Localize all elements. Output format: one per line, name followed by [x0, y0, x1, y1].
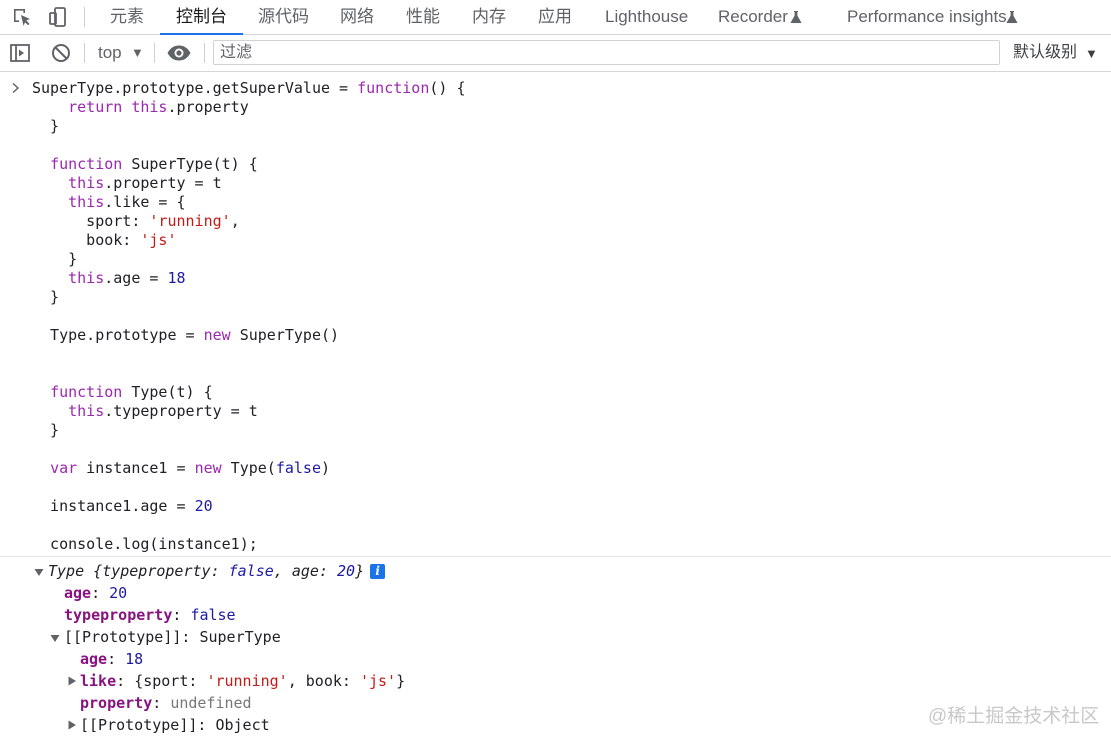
context-selector[interactable]: top [98, 35, 122, 71]
string-value: 'running' [206, 672, 288, 690]
property-row: property: undefined [80, 694, 252, 712]
message-divider [0, 556, 1111, 557]
object-summary[interactable]: Type {typeproperty: false, age: 20} i [48, 560, 386, 582]
brace: } [355, 562, 365, 580]
property-value: 18 [125, 650, 144, 668]
object-preview: {sport: [134, 672, 207, 690]
property-value: 20 [109, 584, 128, 602]
object-preview: , book: [287, 672, 360, 690]
live-expression-eye-icon[interactable] [166, 43, 192, 63]
tab-performance[interactable]: 性能 [406, 0, 440, 34]
object-preview: } [396, 672, 406, 690]
device-toolbar-icon[interactable] [46, 5, 70, 29]
prototype-value: SuperType [199, 628, 281, 646]
property-key: like [80, 672, 117, 690]
console-toolbar: top ▼ 默认级别 ▼ [0, 35, 1111, 72]
expand-triangle-open-icon[interactable] [34, 567, 44, 577]
property-row: age: 20 [64, 584, 128, 602]
toolbar-separator [154, 43, 155, 63]
clear-console-icon[interactable] [50, 42, 72, 64]
prototype-key: [[Prototype]] [80, 716, 198, 734]
summary-key: typeproperty [102, 562, 211, 580]
expand-triangle-closed-icon[interactable] [67, 676, 77, 686]
property-row: age: 18 [80, 650, 144, 668]
expand-triangle-open-icon[interactable] [50, 633, 60, 643]
tab-network[interactable]: 网络 [340, 0, 374, 34]
tab-lighthouse[interactable]: Lighthouse [605, 0, 688, 34]
property-row: typeproperty: false [64, 606, 236, 624]
tab-performance-insights[interactable]: Performance insights [847, 0, 1007, 34]
tab-memory[interactable]: 内存 [472, 0, 506, 34]
summary-value: 20 [337, 562, 356, 580]
expand-triangle-closed-icon[interactable] [67, 720, 77, 730]
toolbar-separator [204, 43, 205, 63]
devtools-tab-bar: 元素 控制台 源代码 网络 性能 内存 应用 Lighthouse Record… [0, 0, 1111, 35]
property-key: typeproperty [64, 606, 173, 624]
input-prompt-chevron-icon [12, 82, 20, 94]
experimental-flask-icon [790, 11, 802, 23]
console-messages: SuperType.prototype.getSuperValue = func… [0, 72, 1111, 745]
property-key: age [64, 584, 92, 602]
filter-input[interactable] [213, 40, 1000, 65]
prototype-value: Object [215, 716, 270, 734]
property-key: age [80, 650, 108, 668]
property-value: undefined [170, 694, 252, 712]
property-key: property [80, 694, 153, 712]
info-icon[interactable]: i [370, 564, 386, 579]
tab-console[interactable]: 控制台 [160, 0, 243, 35]
tab-sources[interactable]: 源代码 [258, 0, 309, 34]
tab-bar-separator [84, 7, 85, 27]
log-level-dropdown[interactable]: 默认级别 [1013, 35, 1077, 71]
show-sidebar-icon[interactable] [9, 42, 31, 64]
brace: { [93, 562, 103, 580]
prototype-row[interactable]: [[Prototype]]: Object [80, 714, 270, 736]
prototype-row[interactable]: [[Prototype]]: SuperType [64, 626, 281, 648]
chevron-down-icon[interactable]: ▼ [1085, 45, 1098, 63]
property-row[interactable]: like: {sport: 'running', book: 'js'} [80, 670, 405, 692]
summary-key: age [291, 562, 319, 580]
watermark: @稀土掘金技术社区 [928, 706, 1100, 727]
toolbar-separator [84, 43, 85, 63]
summary-value: false [228, 562, 274, 580]
console-input-code: SuperType.prototype.getSuperValue = func… [32, 79, 466, 553]
tab-recorder[interactable]: Recorder [718, 0, 788, 34]
inspect-element-icon[interactable] [10, 5, 34, 29]
chevron-down-icon[interactable]: ▼ [131, 44, 144, 62]
tab-elements[interactable]: 元素 [110, 0, 144, 34]
prototype-key: [[Prototype]] [64, 628, 182, 646]
string-value: 'js' [359, 672, 397, 690]
object-type-name: Type [48, 562, 85, 580]
tab-application[interactable]: 应用 [538, 0, 572, 34]
experimental-flask-icon [1006, 11, 1018, 23]
property-value: false [190, 606, 236, 624]
